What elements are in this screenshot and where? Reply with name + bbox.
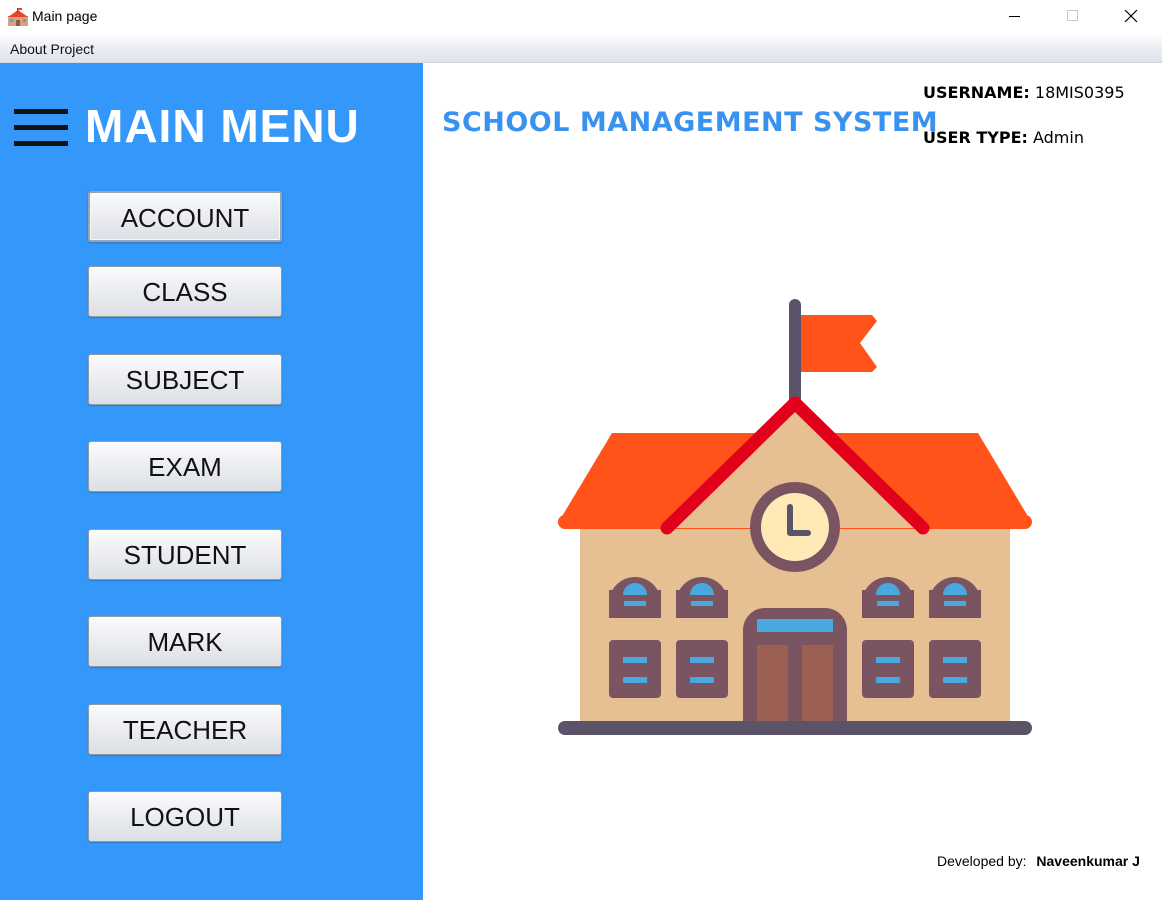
minimize-icon [1009,16,1020,17]
maximize-icon [1067,10,1078,21]
usertype-line: USER TYPE: Admin [923,128,1084,147]
school-building-icon [558,299,1032,735]
school-app-icon [8,8,28,26]
system-title: SCHOOL MANAGEMENT SYSTEM [442,107,939,138]
window-title: Main page [32,8,98,24]
footer-label: Developed by: [937,853,1027,869]
logout-button[interactable]: LOGOUT [88,791,282,842]
minimize-button[interactable] [986,0,1044,34]
username-line: USERNAME: 18MIS0395 [923,83,1125,102]
maximize-button[interactable] [1044,0,1102,34]
subject-button[interactable]: SUBJECT [88,354,282,405]
hamburger-menu-icon[interactable] [14,107,68,149]
close-button[interactable] [1102,0,1160,34]
usertype-label: USER TYPE: [923,128,1028,147]
usertype-value: Admin [1032,128,1084,147]
mark-button[interactable]: MARK [88,616,282,667]
menubar: About Project [0,34,1162,63]
account-button[interactable]: ACCOUNT [88,191,282,242]
student-button[interactable]: STUDENT [88,529,282,580]
window-titlebar: Main page [0,0,1162,34]
main-menu-title: MAIN MENU [85,100,360,152]
menu-about-project[interactable]: About Project [10,41,94,57]
developer-credit: Developed by: Naveenkumar J [937,853,1140,869]
developer-name: Naveenkumar J [1036,853,1140,869]
close-icon [1124,9,1138,23]
sidebar: MAIN MENU ACCOUNT CLASS SUBJECT EXAM STU… [0,63,423,900]
exam-button[interactable]: EXAM [88,441,282,492]
username-value: 18MIS0395 [1034,83,1125,102]
username-label: USERNAME: [923,83,1030,102]
teacher-button[interactable]: TEACHER [88,704,282,755]
class-button[interactable]: CLASS [88,266,282,317]
